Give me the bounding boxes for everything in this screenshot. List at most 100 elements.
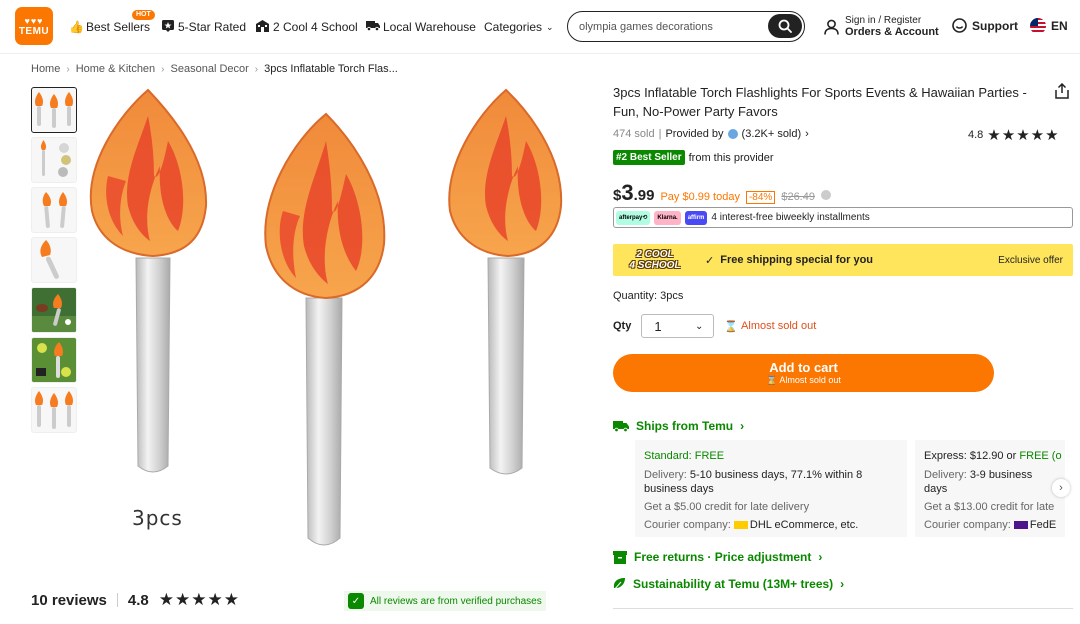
express-shipping-title: Express: $12.90 or — [924, 450, 1017, 462]
thumbnail-1[interactable] — [31, 87, 77, 133]
promo-banner: 2 COOL 4 SCHOOL ✓ Free shipping special … — [613, 244, 1073, 276]
shipping-next-button[interactable]: › — [1052, 479, 1070, 497]
nav-five-star-rated[interactable]: 5-Star Rated — [161, 19, 246, 35]
account-menu[interactable]: Sign in / Register Orders & Account — [824, 15, 939, 38]
nav-best-sellers[interactable]: 👍 Best Sellers — [69, 19, 150, 35]
ships-from-link[interactable]: Ships from Temu › — [613, 419, 744, 433]
site-header: ♥♥♥ TEMU 👍 Best Sellers HOT 5-Star Rated… — [0, 0, 1080, 54]
sustainability-link[interactable]: Sustainability at Temu (13M+ trees) › — [613, 577, 844, 591]
info-icon[interactable] — [820, 190, 831, 200]
express-credit: Get a $13.00 credit for late — [924, 501, 1055, 513]
thumbnail-6[interactable] — [31, 337, 77, 383]
user-icon — [824, 19, 839, 35]
almost-sold-out-text: Almost sold out — [741, 320, 817, 332]
add-to-cart-sub-text: Almost sold out — [779, 375, 841, 385]
star-badge-icon — [161, 19, 174, 35]
quantity-select[interactable]: 1 ⌄ — [641, 314, 715, 338]
almost-sold-out: ⌛ Almost sold out — [724, 320, 816, 333]
logo-icons: ♥♥♥ — [24, 15, 44, 26]
us-flag-icon — [1030, 18, 1046, 34]
provider-avatar-icon[interactable] — [727, 129, 738, 139]
thumbnail-3[interactable] — [31, 187, 77, 233]
chevron-down-icon: ⌄ — [694, 320, 704, 332]
best-seller-badge: #2 Best Seller — [613, 150, 685, 165]
thumbnail-list — [31, 87, 77, 437]
share-button[interactable] — [1055, 82, 1069, 102]
chevron-right-icon: › — [66, 63, 70, 75]
2-cool-4-school-logo: 2 COOL 4 SCHOOL — [625, 247, 685, 273]
nav-2-cool-4-school[interactable]: 2 Cool 4 School — [256, 19, 358, 35]
search-button[interactable] — [768, 14, 802, 38]
search-bar — [567, 11, 805, 42]
thumbnail-4[interactable] — [31, 237, 77, 283]
support-label: Support — [972, 18, 1018, 33]
current-price: $3.99 — [613, 180, 654, 206]
express-shipping-card: Express: $12.90 or FREE (o Delivery: 3-9… — [915, 440, 1065, 537]
thumbnail-7[interactable] — [31, 387, 77, 433]
exclusive-offer-label: Exclusive offer — [998, 254, 1063, 266]
logo-word: TEMU — [18, 25, 50, 37]
quantity-label: Quantity: 3pcs — [613, 290, 684, 302]
courier-label: Courier company: — [644, 519, 731, 531]
chevron-down-icon: ⌄ — [546, 21, 554, 32]
chevron-right-icon: › — [740, 419, 745, 433]
pay-today: Pay $0.99 today — [660, 191, 740, 203]
support-link[interactable]: Support — [952, 18, 1018, 33]
separator: | — [658, 128, 662, 140]
truck-icon — [613, 421, 629, 432]
thumbnail-5[interactable] — [31, 287, 77, 333]
breadcrumb-home[interactable]: Home — [31, 63, 60, 75]
free-returns-text: Free returns · Price adjustment — [634, 550, 812, 564]
reviews-summary: 10 reviews 4.8 ★★★★★ — [31, 590, 240, 610]
breadcrumb: Home › Home & Kitchen › Seasonal Decor ›… — [31, 63, 398, 75]
nav-label: Local Warehouse — [383, 20, 476, 34]
product-rating[interactable]: 4.8 ★★★★★ — [968, 126, 1060, 144]
standard-credit: Get a $5.00 credit for late delivery — [644, 501, 810, 513]
main-product-image[interactable] — [88, 86, 566, 564]
truck-icon — [366, 20, 380, 34]
standard-shipping-title: Standard: FREE — [644, 450, 725, 462]
breadcrumb-home-kitchen[interactable]: Home & Kitchen — [76, 63, 155, 75]
sold-count: 474 sold — [613, 128, 655, 140]
torch-right — [448, 88, 563, 475]
quantity-row: Qty 1 ⌄ ⌛ Almost sold out — [613, 314, 816, 338]
support-icon — [952, 18, 967, 33]
thumbnail-2[interactable] — [31, 137, 77, 183]
section-divider — [613, 608, 1073, 609]
chevron-right-icon: › — [161, 63, 165, 75]
price-row: $3.99 Pay $0.99 today -84% $26.49 — [613, 180, 831, 206]
breadcrumb-seasonal-decor[interactable]: Seasonal Decor — [171, 63, 249, 75]
star-rating-icons: ★★★★★ — [158, 590, 240, 609]
nav-local-warehouse[interactable]: Local Warehouse — [366, 19, 476, 35]
search-input[interactable] — [579, 20, 769, 33]
original-price: $26.49 — [781, 191, 815, 203]
verified-purchases-note: ✓ All reviews are from verified purchase… — [344, 591, 546, 611]
discount-badge: -84% — [745, 191, 776, 204]
courier-label: Courier company: — [924, 519, 1011, 531]
reviews-count[interactable]: 10 reviews — [31, 592, 107, 609]
chevron-right-icon: › — [805, 128, 809, 140]
quantity-value: 1 — [654, 318, 662, 334]
verified-text: All reviews are from verified purchases — [370, 595, 542, 607]
school-icon — [256, 19, 269, 35]
torch-left — [89, 88, 208, 473]
provider-sold-count[interactable]: (3.2K+ sold) — [742, 128, 802, 140]
promo-logo-line1: 2 COOL — [636, 249, 674, 260]
shield-check-icon: ✓ — [348, 593, 364, 609]
language-selector[interactable]: EN — [1030, 18, 1068, 34]
standard-shipping-card: Standard: FREE Delivery: 5-10 business d… — [635, 440, 907, 537]
divider — [116, 593, 118, 607]
add-to-cart-label: Add to cart — [769, 360, 838, 375]
ships-from-text: Ships from Temu — [636, 419, 734, 433]
best-seller-suffix: from this provider — [688, 151, 774, 164]
installments-bar[interactable]: afterpay⟲ Klarna. affirm 4 interest-free… — [613, 207, 1073, 228]
add-to-cart-sub: ⌛ Almost sold out — [766, 375, 841, 386]
free-returns-link[interactable]: Free returns · Price adjustment › — [613, 550, 822, 564]
nav-categories[interactable]: Categories ⌄ — [484, 19, 554, 35]
breadcrumb-current: 3pcs Inflatable Torch Flas... — [264, 63, 398, 75]
add-to-cart-button[interactable]: Add to cart ⌛ Almost sold out — [613, 354, 994, 392]
chevron-right-icon: › — [254, 63, 259, 75]
language-label: EN — [1051, 19, 1068, 33]
express-courier: FedE — [1029, 519, 1057, 531]
temu-logo[interactable]: ♥♥♥ TEMU — [15, 7, 53, 45]
